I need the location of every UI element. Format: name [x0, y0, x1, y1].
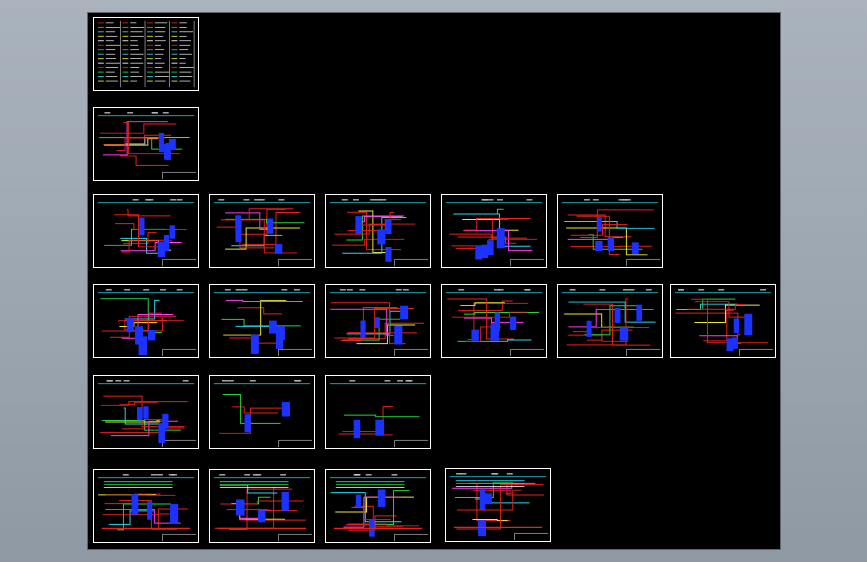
equipment-block — [163, 143, 170, 160]
schematic-linework — [329, 289, 429, 357]
equipment-block — [274, 244, 283, 254]
schematic-linework — [561, 289, 661, 357]
equipment-block — [244, 414, 251, 433]
equipment-block — [475, 245, 483, 260]
equipment-block — [614, 307, 621, 324]
equipment-block — [733, 318, 740, 334]
equipment-block — [353, 419, 361, 439]
equipment-block — [235, 215, 242, 232]
equipment-block — [586, 320, 592, 337]
drawing-sheet-legend[interactable] — [93, 17, 199, 91]
equipment-block — [607, 237, 614, 251]
equipment-block — [139, 217, 145, 236]
equipment-block — [479, 489, 486, 510]
drawing-sheet-16[interactable] — [325, 375, 431, 449]
equipment-block — [258, 510, 266, 523]
equipment-block — [355, 216, 362, 234]
equipment-block — [147, 501, 153, 520]
equipment-block — [377, 229, 386, 245]
schematic-linework — [213, 380, 313, 448]
drawing-canvas[interactable] — [87, 12, 781, 550]
drawing-sheet-11[interactable] — [441, 284, 547, 358]
schematic-linework — [97, 380, 197, 448]
equipment-block — [147, 330, 156, 341]
equipment-block — [490, 323, 499, 341]
cad-viewport[interactable] — [0, 0, 867, 562]
schematic-linework — [674, 289, 774, 357]
equipment-block — [136, 407, 143, 421]
equipment-block — [269, 320, 277, 334]
equipment-block — [726, 338, 734, 352]
equipment-block — [235, 499, 245, 516]
equipment-block — [744, 313, 753, 336]
drawing-sheet-13[interactable] — [670, 284, 776, 358]
equipment-block — [158, 423, 166, 444]
equipment-block — [385, 219, 392, 235]
equipment-block — [275, 331, 284, 349]
drawing-sheet-10[interactable] — [325, 284, 431, 358]
schematic-linework — [97, 112, 197, 180]
equipment-block — [375, 419, 385, 436]
schematic-linework — [97, 20, 195, 88]
drawing-sheet-18[interactable] — [209, 469, 315, 543]
equipment-block — [169, 225, 176, 239]
equipment-block — [126, 318, 134, 333]
schematic-linework — [445, 289, 545, 357]
drawing-sheet-15[interactable] — [209, 375, 315, 449]
drawing-sheet-2[interactable] — [93, 107, 199, 181]
equipment-block — [631, 242, 639, 255]
drawing-sheet-14[interactable] — [93, 375, 199, 449]
equipment-block — [596, 217, 602, 232]
equipment-block — [131, 494, 139, 515]
schematic-linework — [97, 289, 197, 357]
equipment-block — [250, 334, 259, 354]
equipment-block — [158, 132, 164, 153]
equipment-block — [394, 325, 403, 345]
equipment-block — [471, 329, 479, 341]
drawing-sheet-12[interactable] — [557, 284, 663, 358]
drawing-sheet-6[interactable] — [441, 194, 547, 268]
schematic-linework — [329, 199, 429, 267]
drawing-sheet-19[interactable] — [325, 469, 431, 543]
equipment-block — [636, 304, 643, 321]
schematic-linework — [449, 473, 549, 541]
equipment-block — [377, 489, 386, 507]
drawing-sheet-4[interactable] — [209, 194, 315, 268]
equipment-block — [487, 240, 494, 256]
equipment-block — [400, 305, 409, 320]
equipment-block — [385, 246, 392, 262]
drawing-sheet-8[interactable] — [93, 284, 199, 358]
schematic-linework — [213, 474, 313, 542]
drawing-sheet-7[interactable] — [557, 194, 663, 268]
schematic-linework — [561, 199, 661, 267]
drawing-sheet-5[interactable] — [325, 194, 431, 268]
schematic-linework — [329, 474, 429, 542]
drawing-sheet-20[interactable] — [445, 468, 551, 542]
equipment-block — [355, 494, 361, 508]
equipment-block — [170, 504, 179, 524]
equipment-block — [509, 316, 517, 330]
drawing-sheet-3[interactable] — [93, 194, 199, 268]
schematic-linework — [97, 199, 197, 267]
schematic-linework — [213, 199, 313, 267]
schematic-linework — [445, 199, 545, 267]
equipment-block — [374, 317, 380, 328]
drawing-sheet-9[interactable] — [209, 284, 315, 358]
schematic-linework — [213, 289, 313, 357]
equipment-block — [143, 406, 149, 419]
equipment-block — [281, 491, 289, 511]
equipment-block — [267, 218, 274, 234]
equipment-block — [477, 520, 486, 537]
equipment-block — [496, 228, 505, 249]
schematic-linework — [329, 380, 429, 448]
schematic-linework — [97, 474, 197, 542]
equipment-block — [619, 327, 629, 341]
equipment-block — [157, 241, 166, 258]
equipment-block — [135, 326, 143, 345]
drawing-sheet-17[interactable] — [93, 469, 199, 543]
equipment-block — [281, 401, 290, 417]
equipment-block — [360, 320, 366, 339]
equipment-block — [595, 240, 603, 252]
